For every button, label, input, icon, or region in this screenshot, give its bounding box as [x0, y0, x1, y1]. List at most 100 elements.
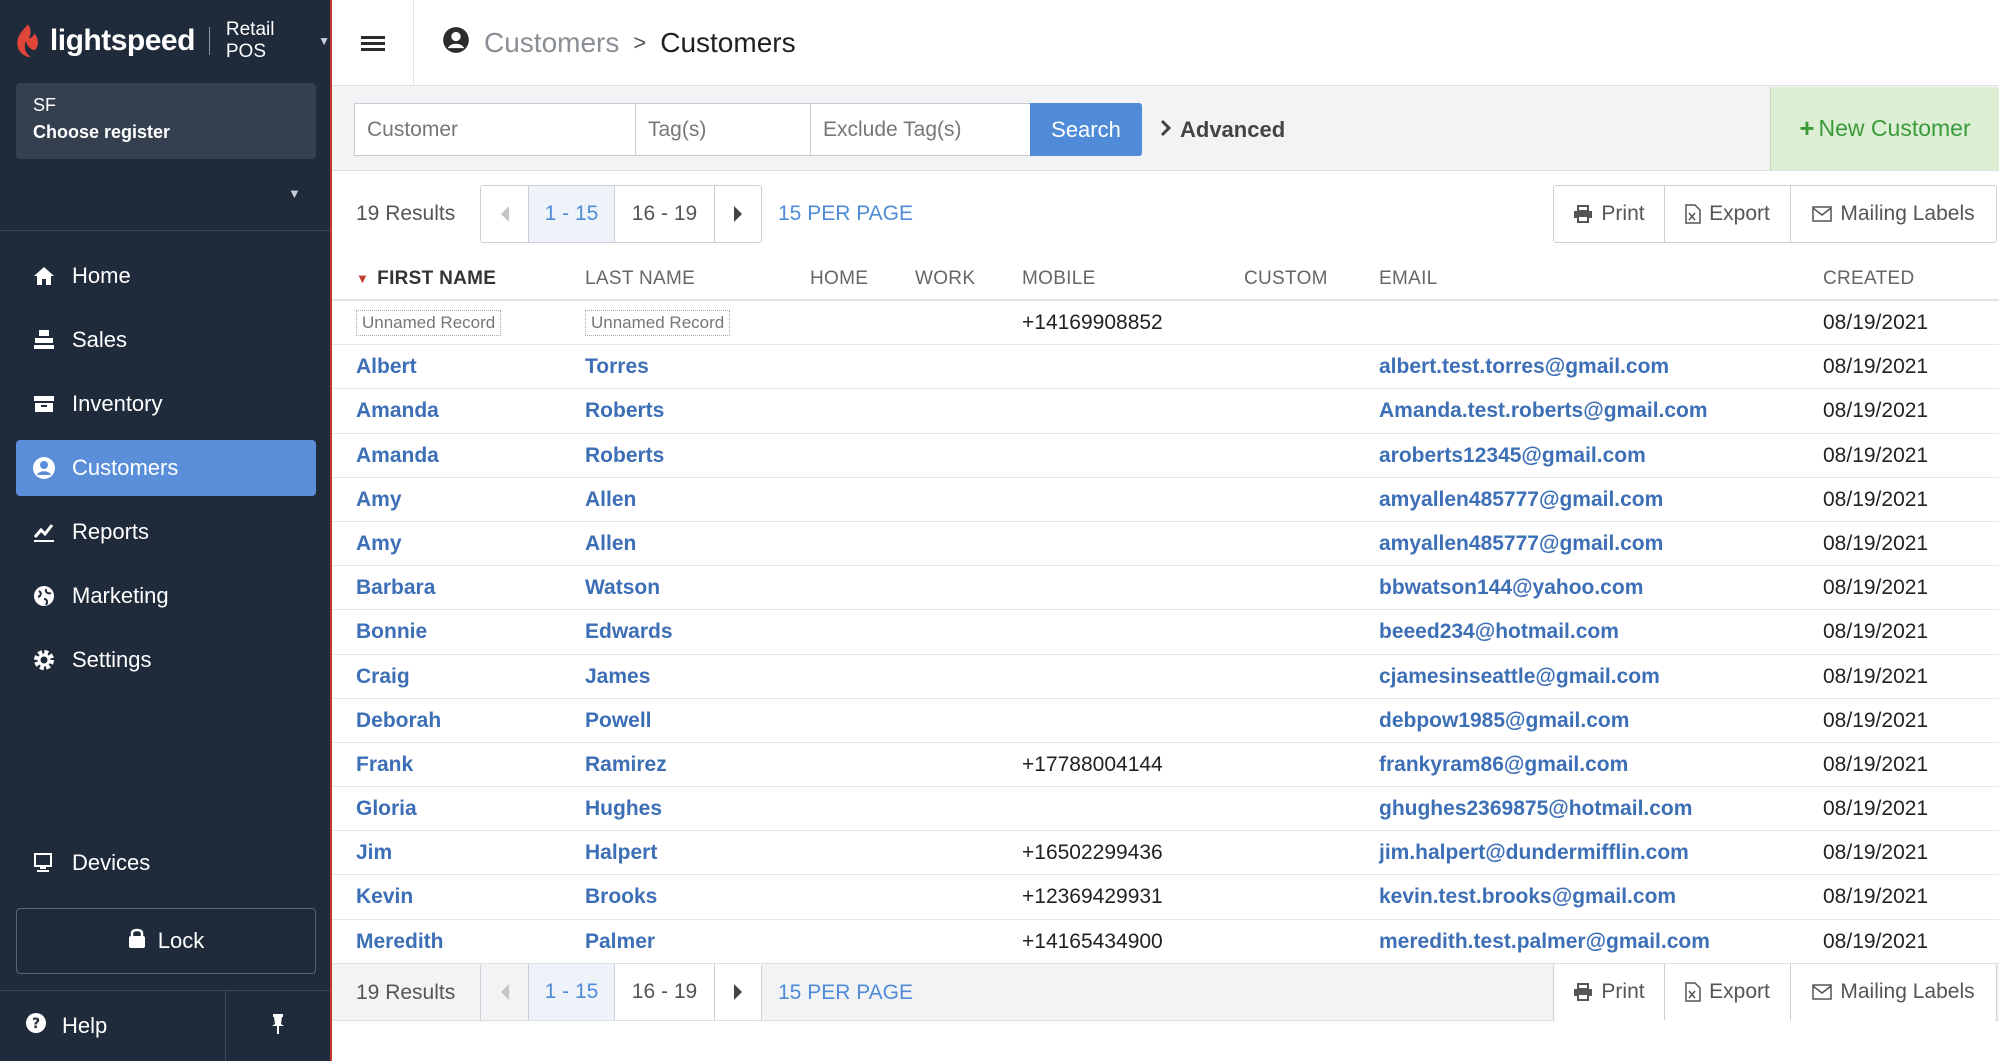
last-name-cell[interactable]: Palmer	[585, 920, 655, 964]
advanced-search-toggle[interactable]: Advanced	[1160, 103, 1285, 156]
help-button[interactable]: ? Help	[0, 991, 226, 1061]
per-page-selector[interactable]: 15 PER PAGE	[778, 964, 913, 1022]
breadcrumb-parent[interactable]: Customers	[484, 27, 619, 59]
export-button[interactable]: Export	[1665, 964, 1791, 1020]
table-row[interactable]: Bonnie Edwards beeed234@hotmail.com 08/1…	[332, 610, 1999, 655]
first-name-cell[interactable]: Amy	[356, 478, 402, 522]
mailing-labels-button[interactable]: Mailing Labels	[1791, 186, 1996, 242]
email-cell[interactable]: Amanda.test.roberts@gmail.com	[1379, 389, 1708, 433]
page-2-button[interactable]: 16 - 19	[615, 964, 715, 1020]
email-cell[interactable]: albert.test.torres@gmail.com	[1379, 345, 1669, 389]
column-header-custom[interactable]: CUSTOM	[1244, 256, 1328, 301]
prev-page-button[interactable]	[481, 186, 529, 242]
table-row[interactable]: Barbara Watson bbwatson144@yahoo.com 08/…	[332, 566, 1999, 611]
export-button[interactable]: Export	[1665, 186, 1791, 242]
email-cell[interactable]: jim.halpert@dundermifflin.com	[1379, 831, 1689, 875]
last-name-cell[interactable]: Allen	[585, 478, 636, 522]
first-name-cell[interactable]: Deborah	[356, 699, 441, 743]
column-header-last-name[interactable]: LAST NAME	[585, 256, 695, 301]
table-row[interactable]: Meredith Palmer +14165434900 meredith.te…	[332, 920, 1999, 964]
table-row[interactable]: Gloria Hughes ghughes2369875@hotmail.com…	[332, 787, 1999, 832]
table-row[interactable]: Craig James cjamesinseattle@gmail.com 08…	[332, 655, 1999, 699]
column-header-work[interactable]: WORK	[915, 256, 975, 301]
last-name-cell[interactable]: Hughes	[585, 787, 662, 831]
table-row[interactable]: Amy Allen amyallen485777@gmail.com 08/19…	[332, 522, 1999, 567]
nav-item-inventory[interactable]: Inventory	[16, 376, 316, 432]
nav-item-sales[interactable]: Sales	[16, 312, 316, 368]
table-row[interactable]: Frank Ramirez +17788004144 frankyram86@g…	[332, 743, 1999, 788]
email-cell[interactable]: amyallen485777@gmail.com	[1379, 478, 1663, 522]
last-name-cell[interactable]: Torres	[585, 345, 649, 389]
first-name-cell[interactable]: Kevin	[356, 875, 413, 919]
email-cell[interactable]: amyallen485777@gmail.com	[1379, 522, 1663, 566]
last-name-cell[interactable]: Watson	[585, 566, 660, 610]
email-cell[interactable]: aroberts12345@gmail.com	[1379, 434, 1646, 478]
table-row[interactable]: Amanda Roberts aroberts12345@gmail.com 0…	[332, 434, 1999, 478]
first-name-cell[interactable]: Albert	[356, 345, 417, 389]
email-cell[interactable]: ghughes2369875@hotmail.com	[1379, 787, 1692, 831]
print-button[interactable]: Print	[1554, 186, 1665, 242]
new-customer-button[interactable]: + New Customer	[1770, 87, 1999, 170]
prev-page-button[interactable]	[481, 964, 529, 1020]
first-name-cell[interactable]: Barbara	[356, 566, 435, 610]
first-name-cell[interactable]: Bonnie	[356, 610, 427, 654]
page-2-button[interactable]: 16 - 19	[615, 186, 715, 242]
table-row[interactable]: Amanda Roberts Amanda.test.roberts@gmail…	[332, 389, 1999, 434]
last-name-cell[interactable]: Ramirez	[585, 743, 667, 787]
last-name-cell[interactable]: Allen	[585, 522, 636, 566]
column-header-email[interactable]: EMAIL	[1379, 256, 1438, 301]
first-name-cell[interactable]: Amy	[356, 522, 402, 566]
next-page-button[interactable]	[715, 186, 761, 242]
email-cell[interactable]: debpow1985@gmail.com	[1379, 699, 1629, 743]
last-name-cell[interactable]: Roberts	[585, 434, 664, 478]
table-row[interactable]: Jim Halpert +16502299436 jim.halpert@dun…	[332, 831, 1999, 876]
next-page-button[interactable]	[715, 964, 761, 1020]
nav-item-reports[interactable]: Reports	[16, 504, 316, 560]
page-1-button[interactable]: 1 - 15	[529, 186, 615, 242]
column-header-home[interactable]: HOME	[810, 256, 868, 301]
product-switcher[interactable]: Retail POS ▼	[226, 19, 330, 63]
nav-item-devices[interactable]: Devices	[16, 835, 316, 891]
caret-down-icon[interactable]: ▼	[288, 186, 301, 201]
email-cell[interactable]: frankyram86@gmail.com	[1379, 743, 1628, 787]
page-1-button[interactable]: 1 - 15	[529, 964, 615, 1020]
email-cell[interactable]: cjamesinseattle@gmail.com	[1379, 655, 1660, 699]
lock-button[interactable]: Lock	[16, 908, 316, 974]
nav-item-settings[interactable]: Settings	[16, 632, 316, 688]
exclude-tags-input[interactable]: Exclude Tag(s)	[810, 103, 1031, 156]
first-name-cell[interactable]: Gloria	[356, 787, 417, 831]
print-button[interactable]: Print	[1554, 964, 1665, 1020]
customer-search-input[interactable]: Customer	[354, 103, 636, 156]
table-row[interactable]: Albert Torres albert.test.torres@gmail.c…	[332, 345, 1999, 390]
first-name-cell[interactable]: Amanda	[356, 389, 439, 433]
last-name-cell[interactable]: Powell	[585, 699, 652, 743]
per-page-selector[interactable]: 15 PER PAGE	[778, 185, 913, 243]
last-name-cell[interactable]: Brooks	[585, 875, 657, 919]
tags-input[interactable]: Tag(s)	[635, 103, 811, 156]
first-name-cell[interactable]: Craig	[356, 655, 410, 699]
first-name-cell[interactable]: Unnamed Record	[356, 310, 502, 336]
table-row[interactable]: Kevin Brooks +12369429931 kevin.test.bro…	[332, 875, 1999, 920]
email-cell[interactable]: bbwatson144@yahoo.com	[1379, 566, 1643, 610]
column-header-first-name[interactable]: ▼ FIRST NAME	[356, 256, 496, 301]
last-name-cell[interactable]: James	[585, 655, 650, 699]
register-selector[interactable]: SF Choose register	[16, 83, 316, 159]
email-cell[interactable]: kevin.test.brooks@gmail.com	[1379, 875, 1676, 919]
table-row[interactable]: Deborah Powell debpow1985@gmail.com 08/1…	[332, 699, 1999, 743]
last-name-cell[interactable]: Unnamed Record	[585, 310, 731, 336]
email-cell[interactable]: meredith.test.palmer@gmail.com	[1379, 920, 1710, 964]
nav-item-home[interactable]: Home	[16, 248, 316, 304]
mailing-labels-button[interactable]: Mailing Labels	[1791, 964, 1996, 1020]
nav-item-marketing[interactable]: Marketing	[16, 568, 316, 624]
first-name-cell[interactable]: Frank	[356, 743, 413, 787]
first-name-cell[interactable]: Amanda	[356, 434, 439, 478]
first-name-cell[interactable]: Meredith	[356, 920, 444, 964]
column-header-created[interactable]: CREATED	[1823, 256, 1914, 301]
search-button[interactable]: Search	[1030, 103, 1142, 156]
last-name-cell[interactable]: Halpert	[585, 831, 657, 875]
menu-toggle-button[interactable]	[332, 0, 414, 86]
last-name-cell[interactable]: Roberts	[585, 389, 664, 433]
table-row[interactable]: Unnamed Record Unnamed Record +141699088…	[332, 301, 1999, 346]
column-header-mobile[interactable]: MOBILE	[1022, 256, 1096, 301]
last-name-cell[interactable]: Edwards	[585, 610, 673, 654]
